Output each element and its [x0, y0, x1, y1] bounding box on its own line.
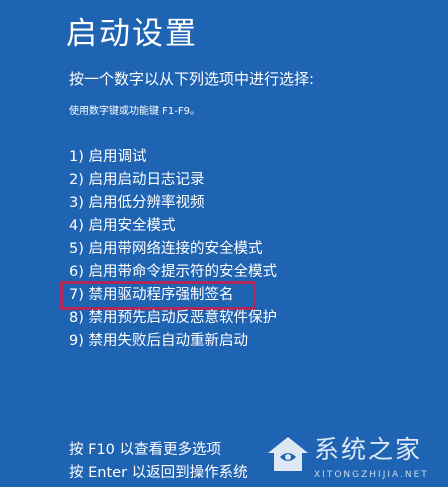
f10-more-options-text[interactable]: 按 F10 以查看更多选项: [69, 439, 248, 462]
option-3[interactable]: 3) 启用低分辨率视频: [69, 192, 277, 215]
startup-settings-screen: 启动设置 按一个数字以从下列选项中进行选择: 使用数字键或功能键 F1-F9。 …: [0, 0, 448, 487]
option-8[interactable]: 8) 禁用预先启动反恶意软件保护: [69, 307, 277, 330]
house-logo-icon: [268, 437, 308, 471]
enter-return-text[interactable]: 按 Enter 以返回到操作系统: [69, 462, 248, 485]
option-1[interactable]: 1) 启用调试: [69, 146, 277, 169]
hint-text: 使用数字键或功能键 F1-F9。: [69, 106, 201, 117]
instruction-text: 按一个数字以从下列选项中进行选择:: [69, 70, 315, 88]
startup-options-list: 1) 启用调试 2) 启用启动日志记录 3) 启用低分辨率视频 4) 启用安全模…: [60, 146, 277, 353]
watermark-text: 系统之家: [314, 435, 423, 464]
option-5[interactable]: 5) 启用带网络连接的安全模式: [69, 238, 277, 261]
option-6[interactable]: 6) 启用带命令提示符的安全模式: [69, 261, 277, 284]
option-2[interactable]: 2) 启用启动日志记录: [69, 169, 277, 192]
footer-instructions: 按 F10 以查看更多选项 按 Enter 以返回到操作系统: [69, 439, 248, 485]
watermark: 系统之家 XITONGZHIJIA.NET: [248, 429, 448, 487]
page-title: 启动设置: [66, 16, 198, 52]
option-9[interactable]: 9) 禁用失败后自动重新启动: [69, 330, 277, 353]
option-4[interactable]: 4) 启用安全模式: [69, 215, 277, 238]
option-7-highlighted[interactable]: 7) 禁用驱动程序强制签名: [60, 281, 256, 310]
watermark-url: XITONGZHIJIA.NET: [314, 470, 429, 480]
